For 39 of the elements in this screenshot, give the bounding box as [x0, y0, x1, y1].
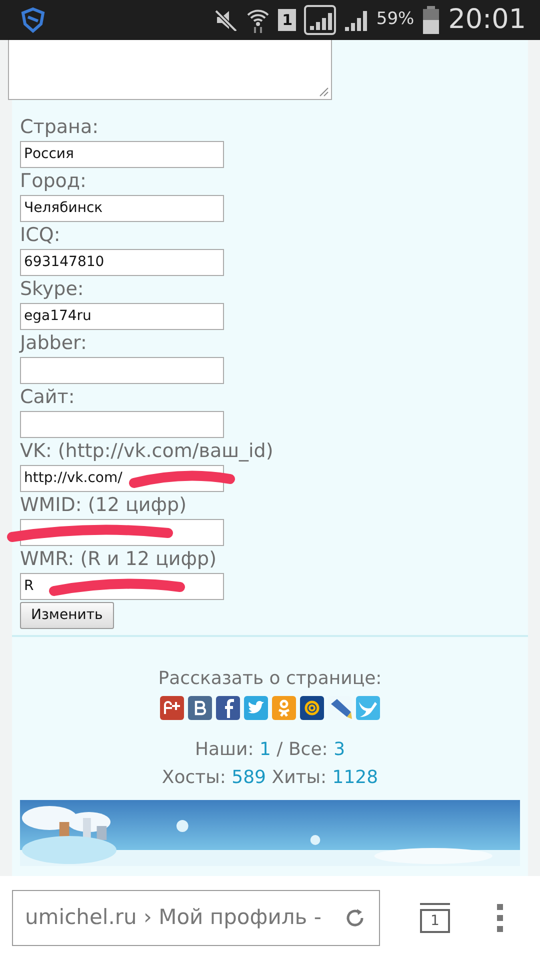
change-button[interactable]: Изменить: [20, 602, 114, 629]
share-heading: Рассказать о странице:: [158, 667, 382, 691]
address-bar[interactable]: umichel.ru › Мой профиль -: [12, 890, 380, 946]
url-text: umichel.ru › Мой профиль -: [25, 904, 322, 932]
facebook-icon[interactable]: [216, 696, 240, 720]
battery-icon: [422, 6, 440, 34]
field-label: WMID: (12 цифр): [20, 493, 188, 518]
input-field[interactable]: [20, 357, 224, 384]
google-plus-icon[interactable]: [160, 696, 184, 720]
field-label: Город:: [20, 169, 88, 194]
field-label: Jabber:: [20, 331, 88, 356]
field-label: Страна:: [20, 115, 100, 140]
mute-icon: [214, 9, 238, 31]
mail-icon[interactable]: [300, 696, 324, 720]
signal-icon: [304, 5, 336, 35]
field-label: VK: (http://vk.com/ваш_id): [20, 439, 274, 464]
clock: 20:01: [448, 2, 526, 37]
stats-line: Наши: 1 / Все: 3: [194, 738, 346, 762]
input-field[interactable]: 693147810: [20, 249, 224, 276]
field-label: ICQ:: [20, 223, 62, 248]
input-field[interactable]: ega174ru: [20, 303, 224, 330]
input-field[interactable]: Челябинск: [20, 195, 224, 222]
battery-percent: 59%: [376, 8, 414, 32]
field-label: Skype:: [20, 277, 85, 302]
input-field[interactable]: Россия: [20, 141, 224, 168]
bird-icon[interactable]: [356, 696, 380, 720]
menu-icon[interactable]: [496, 903, 504, 933]
text-area[interactable]: [8, 40, 332, 100]
field-label: Сайт:: [20, 385, 76, 410]
vk-icon[interactable]: [188, 696, 212, 720]
tab-count-button[interactable]: 1: [420, 909, 450, 933]
input-field[interactable]: [20, 411, 224, 438]
resize-handle-icon: [319, 87, 329, 97]
wifi-icon: [246, 7, 270, 33]
signal-icon: [344, 8, 368, 32]
field-label: WMR: (R и 12 цифр): [20, 547, 218, 572]
stats-line: Хосты: 589 Хиты: 1128: [162, 766, 378, 790]
sim-badge: 1: [278, 9, 296, 31]
shield-logo-icon: [20, 7, 46, 33]
